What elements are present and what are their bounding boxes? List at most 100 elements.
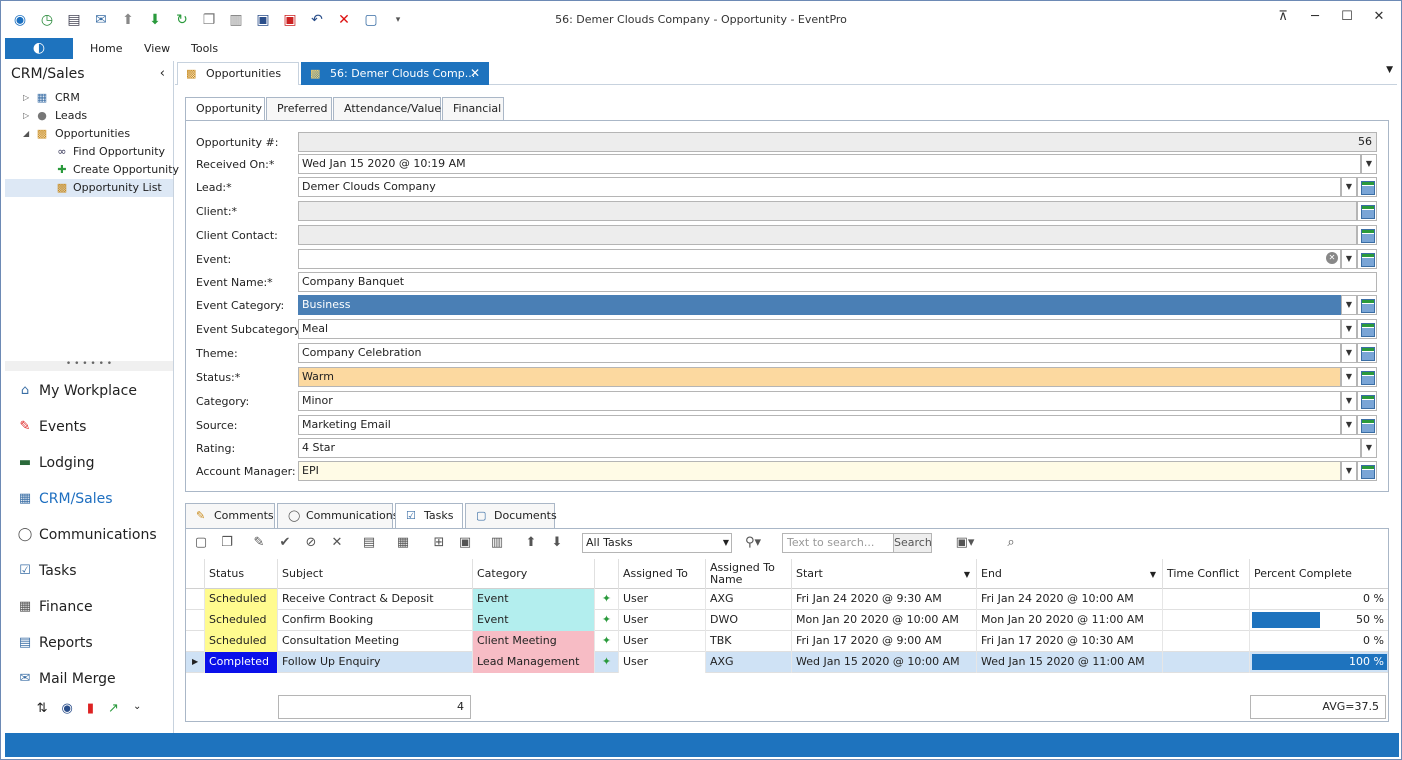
table-row[interactable]: ▶ Completed Follow Up Enquiry Lead Manag… xyxy=(186,652,1388,673)
minimize-icon[interactable]: ─ xyxy=(1299,9,1331,24)
nav-tasks[interactable]: ☑ Tasks xyxy=(5,553,173,589)
nav-communications[interactable]: ◯ Communications xyxy=(5,517,173,553)
line-chart-icon[interactable]: ↗ xyxy=(108,701,119,727)
lead-field[interactable]: Demer Clouds Company xyxy=(298,177,1341,197)
col-flag[interactable] xyxy=(594,559,618,589)
edit-record-icon[interactable] xyxy=(1357,319,1377,339)
tab-financial[interactable]: Financial xyxy=(442,97,504,121)
link-icon[interactable]: ⊞ xyxy=(430,534,448,552)
grid-options-icon[interactable]: ▦ xyxy=(394,534,412,552)
dropdown-arrow-icon[interactable]: ▼ xyxy=(1361,438,1377,458)
tab-comments[interactable]: ✎ Comments xyxy=(185,503,275,529)
tab-list-dropdown-icon[interactable]: ▼ xyxy=(1386,65,1393,75)
check-icon[interactable]: ✔ xyxy=(276,534,294,552)
nav-events[interactable]: ✎ Events xyxy=(5,409,173,445)
collapse-icon[interactable]: ‹ xyxy=(160,61,165,87)
account-manager-field[interactable]: EPI xyxy=(298,461,1341,481)
clear-icon[interactable]: ✕ xyxy=(1326,252,1338,264)
sort-icon[interactable]: ⇅ xyxy=(37,701,48,727)
nav-finance[interactable]: ▦ Finance xyxy=(5,589,173,625)
tab-preferred[interactable]: Preferred xyxy=(266,97,332,121)
tree-item-crm[interactable]: ▷ ▦ CRM xyxy=(5,89,173,107)
tab-tasks[interactable]: ☑ Tasks xyxy=(395,503,463,530)
tab-documents[interactable]: ▢ Documents xyxy=(465,503,557,529)
table-row[interactable]: Scheduled Receive Contract & Deposit Eve… xyxy=(186,589,1388,610)
tree-item-opportunity-list[interactable]: ▩ Opportunity List xyxy=(5,179,173,197)
search-button[interactable]: Search xyxy=(893,534,932,552)
edit-record-icon[interactable] xyxy=(1357,201,1377,221)
print-icon[interactable]: ▤ xyxy=(360,534,378,552)
category-field[interactable]: Minor xyxy=(298,391,1341,411)
nav-reports[interactable]: ▤ Reports xyxy=(5,625,173,661)
panel-splitter[interactable]: • • • • • • xyxy=(5,360,173,371)
close-tab-icon[interactable]: ✕ xyxy=(470,63,480,84)
bar-chart-icon[interactable]: ▮ xyxy=(87,701,94,727)
tab-communications[interactable]: ◯ Communications xyxy=(277,503,398,529)
search-input[interactable]: Text to search... Search xyxy=(782,533,932,553)
table-row[interactable]: Scheduled Consultation Meeting Client Me… xyxy=(186,631,1388,652)
tab-opportunity[interactable]: Opportunity xyxy=(185,97,265,122)
col-end[interactable]: End ▼ xyxy=(976,559,1162,589)
source-field[interactable]: Marketing Email xyxy=(298,415,1341,435)
move-up-icon[interactable]: ⬆ xyxy=(522,534,540,552)
edit-record-icon[interactable] xyxy=(1357,367,1377,387)
edit-record-icon[interactable] xyxy=(1357,391,1377,411)
tree-item-create-opportunity[interactable]: ✚ Create Opportunity xyxy=(5,161,179,179)
move-down-icon[interactable]: ⬇ xyxy=(548,534,566,552)
nav-crm-sales[interactable]: ▦ CRM/Sales xyxy=(5,481,173,517)
edit-record-icon[interactable] xyxy=(1357,177,1377,197)
collapse-tree-icon[interactable]: ◢ xyxy=(23,125,29,143)
theme-field[interactable]: Company Celebration xyxy=(298,343,1341,363)
col-status[interactable]: Status xyxy=(204,559,277,589)
tab-opportunity-56[interactable]: ▩ 56: Demer Clouds Comp... ✕ xyxy=(301,62,489,85)
more-icon[interactable]: ⌄ xyxy=(133,701,141,727)
received-on-field[interactable]: Wed Jan 15 2020 @ 10:19 AM xyxy=(298,154,1361,174)
edit-icon[interactable]: ✎ xyxy=(250,534,268,552)
col-time-conflict[interactable]: Time Conflict xyxy=(1162,559,1249,589)
maximize-icon[interactable]: ☐ xyxy=(1331,9,1363,24)
edit-record-icon[interactable] xyxy=(1357,295,1377,315)
edit-record-icon[interactable] xyxy=(1357,343,1377,363)
edit-record-icon[interactable] xyxy=(1357,225,1377,245)
event-name-field[interactable]: Company Banquet xyxy=(298,272,1377,292)
cancel-icon[interactable]: ⊘ xyxy=(302,534,320,552)
restore-icon[interactable]: ⊼ xyxy=(1267,9,1299,24)
edit-record-icon[interactable] xyxy=(1357,461,1377,481)
edit-record-icon[interactable] xyxy=(1357,415,1377,435)
tab-attendance-value[interactable]: Attendance/Value xyxy=(333,97,441,121)
dropdown-arrow-icon[interactable]: ▼ xyxy=(1341,249,1357,269)
rating-field[interactable]: 4 Star xyxy=(298,438,1361,458)
dropdown-arrow-icon[interactable]: ▼ xyxy=(1341,461,1357,481)
event-category-field[interactable]: Business xyxy=(298,295,1341,315)
dropdown-arrow-icon[interactable]: ▼ xyxy=(1361,154,1377,174)
tree-item-opportunities[interactable]: ◢ ▩ Opportunities xyxy=(5,125,173,143)
find-icon[interactable]: ⌕ xyxy=(1002,534,1020,552)
menu-view[interactable]: View xyxy=(144,42,170,55)
menu-tools[interactable]: Tools xyxy=(191,42,218,55)
tree-item-leads[interactable]: ▷ ● Leads xyxy=(5,107,173,125)
dropdown-arrow-icon[interactable]: ▼ xyxy=(1341,391,1357,411)
save-layout-icon[interactable]: ▣▾ xyxy=(950,534,980,552)
table-row[interactable]: Scheduled Confirm Booking Event ✦ User D… xyxy=(186,610,1388,631)
status-field[interactable]: Warm xyxy=(298,367,1341,387)
dropdown-arrow-icon[interactable]: ▼ xyxy=(1341,319,1357,339)
tree-item-find-opportunity[interactable]: ∞ Find Opportunity xyxy=(5,143,173,161)
col-assigned-to[interactable]: Assigned To xyxy=(618,559,705,589)
dropdown-arrow-icon[interactable]: ▼ xyxy=(1341,295,1357,315)
export-icon[interactable]: ▣ xyxy=(456,534,474,552)
tab-opportunities[interactable]: ▩ Opportunities xyxy=(177,62,299,85)
event-field[interactable] xyxy=(298,249,1341,269)
expand-icon[interactable]: ▷ xyxy=(23,107,29,125)
dropdown-arrow-icon[interactable]: ▼ xyxy=(1341,343,1357,363)
filter-icon[interactable]: ⚲▾ xyxy=(740,534,766,552)
menu-home[interactable]: Home xyxy=(90,42,122,55)
expand-icon[interactable]: ▷ xyxy=(23,89,29,107)
dropdown-arrow-icon[interactable]: ▼ xyxy=(1341,177,1357,197)
close-icon[interactable]: ✕ xyxy=(1363,9,1395,24)
nav-lodging[interactable]: ▬ Lodging xyxy=(5,445,173,481)
dropdown-arrow-icon[interactable]: ▼ xyxy=(1341,367,1357,387)
event-subcategory-field[interactable]: Meal xyxy=(298,319,1341,339)
new-icon[interactable]: ▢ xyxy=(192,534,210,552)
app-menu-button[interactable]: ◐ xyxy=(5,38,73,59)
col-percent-complete[interactable]: Percent Complete xyxy=(1249,559,1388,589)
